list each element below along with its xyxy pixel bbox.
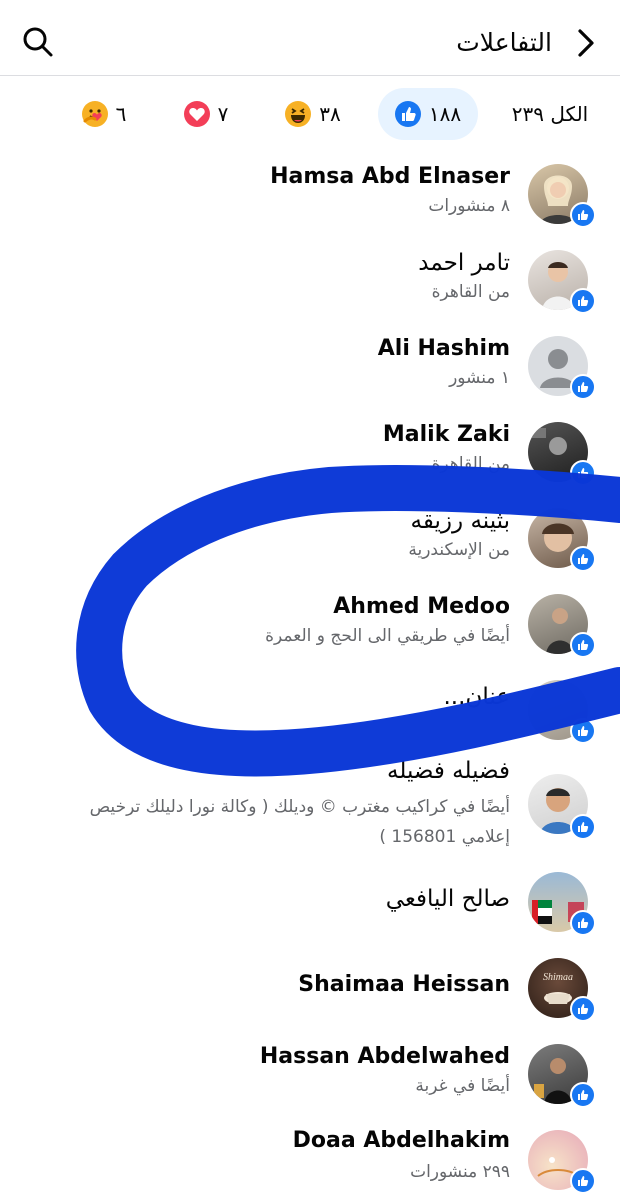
person-subtitle: من القاهرة bbox=[431, 454, 510, 474]
person-subtitle: ١ منشور bbox=[449, 368, 510, 388]
list-item[interactable]: Ahmed Medoo أيضًا في طريقي الى الحج و ال… bbox=[0, 584, 620, 670]
like-badge-icon bbox=[570, 202, 596, 228]
tab-care[interactable]: ٦ bbox=[64, 88, 144, 140]
person-subtitle: أيضًا في غربة bbox=[415, 1076, 510, 1096]
person-subtitle: ٢٩٩ منشورات bbox=[410, 1162, 510, 1182]
like-badge-icon bbox=[570, 1168, 596, 1194]
list-item[interactable]: ...عنان bbox=[0, 670, 620, 756]
tab-all-label: الكل ٢٣٩ bbox=[511, 102, 589, 126]
person-name: ...عنان bbox=[443, 684, 511, 710]
tab-haha-count: ٣٨ bbox=[319, 102, 341, 126]
reaction-tabs: الكل ٢٣٩ ١٨٨ ٣٨ ٧ ٦ bbox=[0, 76, 620, 154]
person-name: Shaimaa Heissan bbox=[298, 972, 510, 997]
person-name: Doaa Abdelhakim bbox=[292, 1128, 510, 1153]
like-badge-icon bbox=[570, 814, 596, 840]
person-subtitle: أيضًا في طريقي الى الحج و العمرة bbox=[265, 626, 510, 646]
list-item[interactable]: Hassan Abdelwahed أيضًا في غربة bbox=[0, 1036, 620, 1122]
tab-care-count: ٦ bbox=[115, 102, 127, 126]
list-item[interactable]: Malik Zaki من القاهرة bbox=[0, 412, 620, 498]
back-button[interactable] bbox=[574, 28, 598, 58]
list-item[interactable]: Shimaa Shaimaa Heissan bbox=[0, 948, 620, 1036]
search-icon bbox=[23, 27, 53, 57]
tab-all[interactable]: الكل ٢٣٩ bbox=[500, 88, 600, 140]
love-icon bbox=[183, 101, 210, 127]
like-badge-icon bbox=[570, 288, 596, 314]
like-badge-icon bbox=[570, 374, 596, 400]
search-button[interactable] bbox=[22, 26, 54, 58]
person-name: Malik Zaki bbox=[382, 422, 510, 447]
person-name: Ahmed Medoo bbox=[333, 594, 510, 619]
avatar-text: Shimaa bbox=[543, 972, 573, 983]
header: التفاعلات bbox=[0, 0, 620, 76]
person-name: Ali Hashim bbox=[377, 336, 510, 361]
like-badge-icon bbox=[570, 546, 596, 572]
person-subtitle: من الإسكندرية bbox=[408, 540, 510, 560]
care-icon bbox=[81, 101, 108, 127]
list-item[interactable]: تامر احمد من القاهرة bbox=[0, 240, 620, 326]
person-name: Hamsa Abd Elnaser bbox=[270, 164, 510, 189]
person-name: صالح اليافعي bbox=[385, 886, 510, 912]
page-title: التفاعلات bbox=[456, 28, 552, 57]
chevron-right-icon bbox=[578, 29, 594, 57]
haha-icon bbox=[285, 101, 312, 127]
person-name: فضيله فضيله bbox=[387, 758, 510, 784]
like-icon bbox=[394, 101, 421, 127]
person-subtitle: ٨ منشورات bbox=[428, 196, 510, 216]
list-item[interactable]: Ali Hashim ١ منشور bbox=[0, 326, 620, 412]
person-name: بثينه رزيقه bbox=[410, 508, 510, 534]
list-item[interactable]: Hamsa Abd Elnaser ٨ منشورات bbox=[0, 154, 620, 240]
person-name: Hassan Abdelwahed bbox=[259, 1044, 510, 1069]
list-item[interactable]: فضيله فضيله أيضًا في كراكيب مغترب © وديل… bbox=[0, 756, 620, 860]
list-item[interactable]: Doaa Abdelhakim ٢٩٩ منشورات bbox=[0, 1122, 620, 1199]
like-badge-icon bbox=[570, 1082, 596, 1108]
like-badge-icon bbox=[570, 718, 596, 744]
tab-love-count: ٧ bbox=[217, 102, 229, 126]
person-subtitle: أيضًا في كراكيب مغترب © وديلك ( وكالة نو… bbox=[89, 797, 510, 847]
tab-like[interactable]: ١٨٨ bbox=[378, 88, 478, 140]
tab-haha[interactable]: ٣٨ bbox=[268, 88, 358, 140]
like-badge-icon bbox=[570, 996, 596, 1022]
like-badge-icon bbox=[570, 632, 596, 658]
person-subtitle: من القاهرة bbox=[431, 282, 510, 302]
like-badge-icon bbox=[570, 460, 596, 486]
list-item[interactable]: صالح اليافعي bbox=[0, 860, 620, 948]
tab-like-count: ١٨٨ bbox=[428, 102, 462, 126]
like-badge-icon bbox=[570, 910, 596, 936]
person-name: تامر احمد bbox=[418, 250, 510, 276]
tab-love[interactable]: ٧ bbox=[166, 88, 246, 140]
list-item[interactable]: بثينه رزيقه من الإسكندرية bbox=[0, 498, 620, 584]
